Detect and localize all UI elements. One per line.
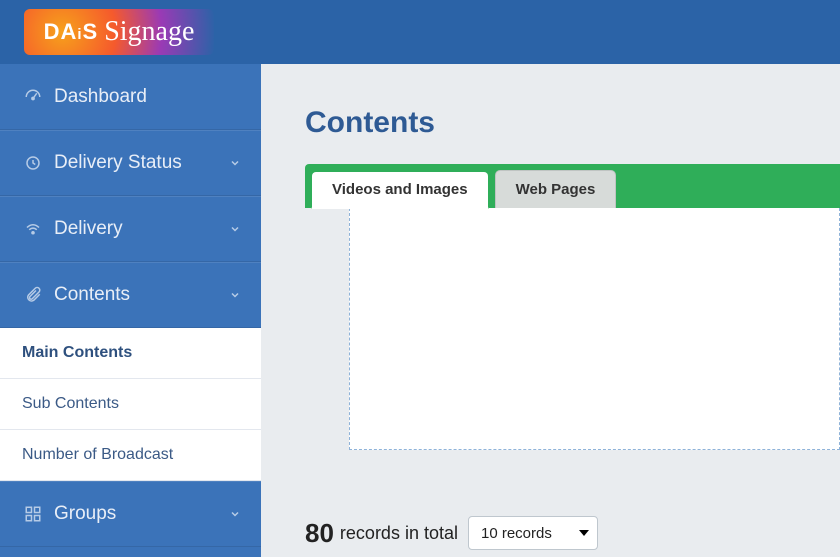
dashboard-icon xyxy=(20,88,46,106)
brand-s: S xyxy=(83,19,99,44)
sidebar-subitem-label: Number of Broadcast xyxy=(22,446,173,463)
sidebar: Dashboard Delivery Status Delivery xyxy=(0,64,261,557)
page-title: Contents xyxy=(261,64,840,164)
sidebar-subitem-label: Sub Contents xyxy=(22,395,119,412)
sidebar-item-groups[interactable]: Groups xyxy=(0,481,261,547)
records-select-value: 10 records xyxy=(481,525,552,542)
brand-signage: Signage xyxy=(104,16,194,48)
chevron-down-icon xyxy=(229,223,241,235)
chevron-down-icon xyxy=(229,508,241,520)
clock-icon xyxy=(20,154,46,172)
brand-da: DA xyxy=(44,19,78,44)
chevron-down-icon xyxy=(229,157,241,169)
sidebar-item-dashboard[interactable]: Dashboard xyxy=(0,64,261,130)
tab-web-pages[interactable]: Web Pages xyxy=(495,170,617,208)
main: Contents Videos and Images Web Pages 80 … xyxy=(261,64,840,557)
caret-down-icon xyxy=(579,530,589,536)
sidebar-item-contents[interactable]: Contents xyxy=(0,262,261,328)
sidebar-subitem-sub-contents[interactable]: Sub Contents xyxy=(0,379,261,430)
sidebar-subitem-label: Main Contents xyxy=(22,344,132,361)
sidebar-item-delivery-status[interactable]: Delivery Status xyxy=(0,130,261,196)
records-count: 80 xyxy=(305,518,334,549)
sidebar-sublist-contents: Main Contents Sub Contents Number of Bro… xyxy=(0,328,261,481)
tab-videos-and-images[interactable]: Videos and Images xyxy=(311,171,489,209)
brand-logo: DAiS Signage xyxy=(24,9,214,55)
tab-label: Videos and Images xyxy=(332,181,468,198)
sidebar-item-label: Dashboard xyxy=(54,86,241,108)
wifi-icon xyxy=(20,220,46,238)
sidebar-item-delivery[interactable]: Delivery xyxy=(0,196,261,262)
records-label: records in total xyxy=(340,523,458,544)
content-dropzone[interactable] xyxy=(349,208,840,450)
paperclip-icon xyxy=(20,286,46,304)
groups-icon xyxy=(20,505,46,523)
chevron-down-icon xyxy=(229,289,241,301)
sidebar-subitem-number-of-broadcast[interactable]: Number of Broadcast xyxy=(0,430,261,481)
sidebar-subitem-main-contents[interactable]: Main Contents xyxy=(0,328,261,379)
sidebar-item-label: Delivery Status xyxy=(54,152,229,174)
header: DAiS Signage xyxy=(0,0,840,64)
tab-label: Web Pages xyxy=(516,181,596,198)
tab-bar: Videos and Images Web Pages xyxy=(305,164,840,208)
brand-dais: DAiS xyxy=(44,19,99,45)
sidebar-item-label: Delivery xyxy=(54,218,229,240)
sidebar-item-label: Contents xyxy=(54,284,229,306)
records-row: 80 records in total 10 records xyxy=(305,450,840,550)
records-per-page-select[interactable]: 10 records xyxy=(468,516,598,550)
sidebar-item-label: Groups xyxy=(54,503,229,525)
